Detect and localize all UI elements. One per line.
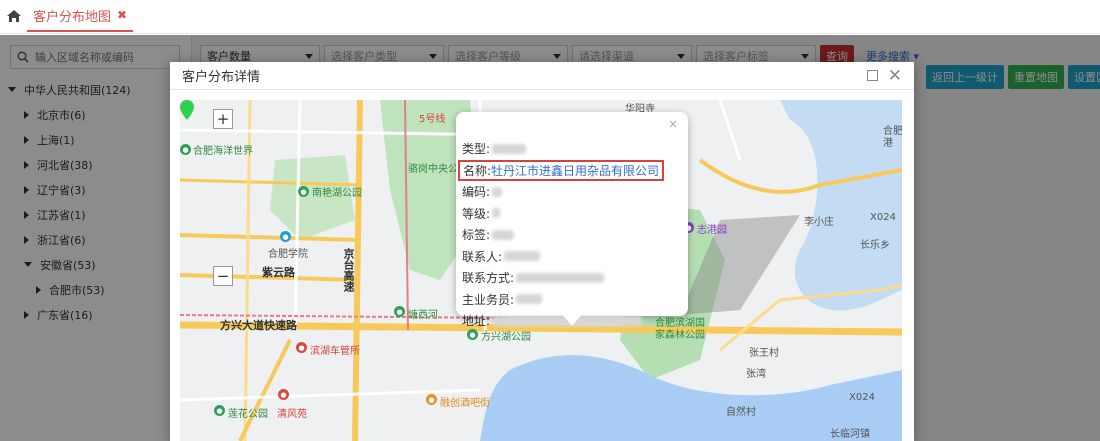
field-phone: 联系方式: bbox=[462, 267, 664, 289]
map-label-hefei-port: 合肥港 bbox=[883, 126, 902, 149]
map-label-jingtai-highway: 京台高速 bbox=[342, 248, 355, 292]
redacted-value bbox=[492, 143, 527, 154]
popup-fields: 类型: 名称: 牡丹江市进鑫日用杂品有限公司 编码: 等级: 标签: 联系人: … bbox=[458, 138, 665, 332]
tab-label: 客户分布地图 bbox=[33, 9, 112, 25]
map-label-zhigang-park: 志港园 bbox=[697, 225, 727, 236]
name-highlight-box: 名称: 牡丹江市进鑫日用杂品有限公司 bbox=[458, 159, 665, 181]
school-icon: ● bbox=[280, 231, 291, 242]
redacted-value bbox=[492, 229, 515, 240]
map-label-ziyun-road: 紫云路 bbox=[262, 266, 295, 279]
map-label-rongchuang: 融创酒吧街 bbox=[440, 398, 490, 409]
redacted-value bbox=[504, 251, 541, 262]
location-pin-icon: ● bbox=[278, 389, 289, 400]
map-label-lianhua-park: 莲花公园 bbox=[228, 409, 268, 420]
tab-customer-map[interactable]: 客户分布地图 ✖ bbox=[27, 0, 134, 32]
close-icon[interactable]: ✕ bbox=[888, 66, 902, 86]
map-canvas[interactable]: + − ● 合肥海洋世界 ● 南艳湖公园 ● 合肥学院 紫云路 京台高速 方兴大… bbox=[180, 100, 902, 441]
map-label-ocean-world: 合肥海洋世界 bbox=[193, 146, 253, 157]
maximize-icon[interactable] bbox=[867, 70, 878, 81]
field-label: 地址: bbox=[462, 314, 491, 329]
map-label-tangxi: 塘西河 bbox=[408, 310, 438, 321]
location-pin-icon: ● bbox=[296, 342, 307, 353]
map-label-xiaozhuang: 李小庄 bbox=[804, 217, 834, 228]
field-contact: 联系人: bbox=[462, 246, 664, 268]
customer-detail-modal: 客户分布详情 ✕ + − ● 合肥海洋世界 ● 南艳湖公园 ● 合肥学院 紫云路… bbox=[170, 62, 914, 441]
park-icon: ● bbox=[180, 144, 191, 155]
field-label: 类型: bbox=[462, 142, 491, 157]
field-label: 等级: bbox=[462, 206, 491, 221]
redacted-value bbox=[516, 272, 605, 283]
map-label-fangxing-road: 方兴大道快速路 bbox=[220, 319, 297, 332]
map-label-x024b: X024 bbox=[849, 392, 875, 403]
park-icon: ● bbox=[214, 405, 225, 416]
customer-info-popup: × 类型: 名称: 牡丹江市进鑫日用杂品有限公司 编码: 等级: 标签: 联系人… bbox=[456, 112, 688, 328]
map-label-qingfeng: 清风苑 bbox=[277, 409, 307, 420]
map-label-ziran: 自然村 bbox=[726, 407, 756, 418]
redacted-value bbox=[492, 186, 503, 197]
customer-name-value: 牡丹江市进鑫日用杂品有限公司 bbox=[491, 163, 660, 178]
field-label: 主业务员: bbox=[462, 292, 515, 307]
popup-tail bbox=[560, 312, 584, 326]
field-tag: 标签: bbox=[462, 224, 664, 246]
field-level: 等级: bbox=[462, 203, 664, 225]
redacted-value bbox=[492, 208, 501, 219]
map-label-zhangwang: 张王村 bbox=[749, 348, 779, 359]
map-label-binhu-station: 滨湖车管所 bbox=[310, 346, 360, 357]
food-icon: ● bbox=[426, 394, 437, 405]
popup-close-icon[interactable]: × bbox=[668, 117, 678, 131]
screen: { "tabs": [{"label": "客户分布地图", "close": … bbox=[0, 0, 1100, 441]
tab-close-icon[interactable]: ✖ bbox=[117, 8, 127, 22]
zoom-in-button[interactable]: + bbox=[213, 109, 233, 129]
top-tab-bar: 客户分布地图 ✖ bbox=[0, 0, 1100, 34]
modal-header: 客户分布详情 ✕ bbox=[170, 62, 914, 90]
map-label-nanyan-park: 南艳湖公园 bbox=[312, 188, 362, 199]
field-type: 类型: bbox=[462, 138, 664, 160]
home-icon[interactable] bbox=[6, 8, 22, 24]
field-label: 联系人: bbox=[462, 249, 503, 264]
field-label: 标签: bbox=[462, 228, 491, 243]
customer-map-marker-icon[interactable] bbox=[180, 100, 194, 120]
map-label-line5: 5号线 bbox=[419, 114, 446, 125]
field-code: 编码: bbox=[462, 181, 664, 203]
park-icon: ● bbox=[394, 306, 405, 317]
map-label-lekang: 长乐乡 bbox=[860, 240, 890, 251]
map-label-changlin: 长临河镇 bbox=[830, 429, 870, 440]
modal-title: 客户分布详情 bbox=[182, 70, 261, 85]
map-label-zhangwan: 张湾 bbox=[746, 369, 766, 380]
map-label-x024a: X024 bbox=[870, 212, 896, 223]
field-salesperson: 主业务员: bbox=[462, 289, 664, 311]
redacted-value bbox=[516, 294, 543, 305]
field-label: 联系方式: bbox=[462, 271, 515, 286]
park-icon: ● bbox=[298, 186, 309, 197]
field-label: 名称: bbox=[463, 163, 492, 178]
map-label-hefei-college: 合肥学院 bbox=[268, 249, 308, 260]
zoom-out-button[interactable]: − bbox=[213, 266, 233, 286]
field-label: 编码: bbox=[462, 185, 491, 200]
field-name: 名称: 牡丹江市进鑫日用杂品有限公司 bbox=[458, 159, 665, 182]
